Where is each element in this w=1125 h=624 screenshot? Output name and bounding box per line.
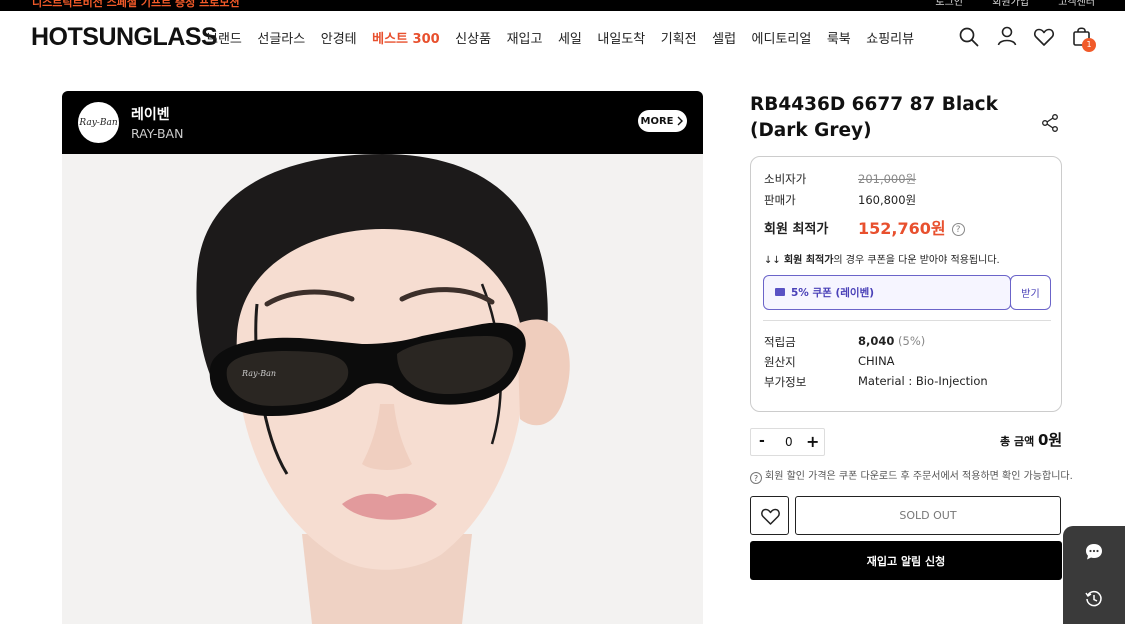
sale-price-label: 판매가 <box>764 193 796 207</box>
origin-label: 원산지 <box>764 355 796 369</box>
nav-item-sale[interactable]: 세일 <box>558 28 582 47</box>
note-arrows: ↓↓ <box>764 255 784 266</box>
sale-price-value: 160,800원 <box>858 193 917 207</box>
nav-item-brand[interactable]: 브랜드 <box>206 28 242 47</box>
floating-widget <box>1063 526 1125 624</box>
help-icon[interactable]: ? <box>951 223 965 236</box>
cart-count-badge: 1 <box>1082 38 1096 52</box>
brand-more-button[interactable]: MORE <box>638 110 687 132</box>
top-banner: 디스트릭트비전 스페셜 기프트 증정 프로모션 로그인 회원가입 고객센터 <box>0 0 1125 11</box>
total-value: 0원 <box>1038 431 1063 449</box>
info-icon: ? <box>750 472 762 484</box>
signup-link[interactable]: 회원가입 <box>992 0 1029 8</box>
chevron-right-icon <box>677 116 684 126</box>
wishlist-button[interactable] <box>750 496 789 535</box>
consumer-price-value: 201,000원 <box>858 172 917 186</box>
consumer-price-label: 소비자가 <box>764 172 807 186</box>
soldout-button[interactable]: SOLD OUT <box>795 496 1061 535</box>
nav-item-tomorrow[interactable]: 내일도착 <box>597 28 645 47</box>
nav-item-lookbook[interactable]: 룩북 <box>827 28 851 47</box>
promo-text[interactable]: 디스트릭트비전 스페셜 기프트 증정 프로모션 <box>32 0 240 10</box>
brand-bar: Ray-Ban 레이벤 RAY-BAN MORE <box>62 91 703 154</box>
restock-alert-button[interactable]: 재입고 알림 신청 <box>750 541 1062 580</box>
origin-value: CHINA <box>858 354 895 368</box>
brand-name-en: RAY-BAN <box>131 126 184 141</box>
util-links: 로그인 회원가입 고객센터 <box>909 0 1095 8</box>
extra-info-label: 부가정보 <box>764 375 807 389</box>
coupon-icon <box>775 288 785 296</box>
nav-item-editorial[interactable]: 에디토리얼 <box>752 28 812 47</box>
nav-item-exhibition[interactable]: 기획전 <box>661 28 697 47</box>
extra-info-value: Material : Bio-Injection <box>858 374 988 388</box>
points-value: 8,040 <box>858 334 895 348</box>
search-icon[interactable] <box>958 26 980 48</box>
product-image[interactable]: Ray-Ban <box>62 154 703 624</box>
support-link[interactable]: 고객센터 <box>1058 0 1095 8</box>
best-price-wrap: 152,760원? <box>858 215 965 239</box>
site-logo[interactable]: HOTSUNGLASS <box>31 23 218 52</box>
note-bold: 회원 최적가 <box>783 255 834 266</box>
quantity-decrease-button[interactable]: - <box>759 433 765 449</box>
total-label: 총 금액 <box>1000 435 1035 448</box>
quantity-stepper: - 0 + <box>750 428 825 456</box>
history-icon[interactable] <box>1084 589 1104 609</box>
quantity-value[interactable]: 0 <box>785 435 793 449</box>
nav-item-best300[interactable]: 베스트 300 <box>372 28 440 47</box>
best-price-label: 회원 최적가 <box>764 222 829 237</box>
main-nav: 브랜드 선글라스 안경테 베스트 300 신상품 재입고 세일 내일도착 기획전… <box>206 28 930 47</box>
nav-item-celeb[interactable]: 셀럽 <box>712 28 736 47</box>
points-rate: (5%) <box>898 334 926 348</box>
svg-text:Ray-Ban: Ray-Ban <box>241 369 276 378</box>
heart-icon[interactable] <box>1033 26 1055 48</box>
coupon-box[interactable]: 5% 쿠폰 (레이벤) <box>763 275 1011 310</box>
coupon-text: 5% 쿠폰 (레이벤) <box>791 287 875 299</box>
user-icon[interactable] <box>996 25 1018 47</box>
product-title: RB4436D 6677 87 Black (Dark Grey) <box>750 94 998 141</box>
quantity-increase-button[interactable]: + <box>806 432 819 451</box>
model-photo: Ray-Ban <box>62 154 703 624</box>
nav-item-new[interactable]: 신상품 <box>455 28 491 47</box>
brand-logo[interactable]: Ray-Ban <box>78 102 119 143</box>
coupon-note: ↓↓ 회원 최적가의 경우 쿠폰을 다운 받아야 적용됩니다. <box>764 251 1000 266</box>
nav-item-frames[interactable]: 안경테 <box>321 28 357 47</box>
site-header: HOTSUNGLASS 브랜드 선글라스 안경테 베스트 300 신상품 재입고… <box>0 11 1125 63</box>
chat-icon[interactable] <box>1084 542 1104 562</box>
coupon-download-button[interactable]: 받기 <box>1010 275 1051 310</box>
nav-item-reviews[interactable]: 쇼핑리뷰 <box>866 28 914 47</box>
points-value-wrap: 8,040 (5%) <box>858 334 925 348</box>
share-icon[interactable] <box>1040 113 1060 133</box>
nav-item-sunglasses[interactable]: 선글라스 <box>257 28 305 47</box>
nav-item-restock[interactable]: 재입고 <box>507 28 543 47</box>
more-label: MORE <box>640 115 674 127</box>
info-text: 회원 할인 가격은 쿠폰 다운로드 후 주문서에서 적용하면 확인 가능합니다. <box>765 471 1073 482</box>
note-rest: 의 경우 쿠폰을 다운 받아야 적용됩니다. <box>833 255 1000 266</box>
price-box: 소비자가 201,000원 판매가 160,800원 회원 최적가 152,76… <box>750 156 1062 412</box>
login-link[interactable]: 로그인 <box>935 0 963 8</box>
points-label: 적립금 <box>764 335 796 349</box>
brand-name[interactable]: 레이벤 <box>131 104 170 124</box>
best-price-value: 152,760원 <box>858 219 946 238</box>
member-discount-info: ? 회원 할인 가격은 쿠폰 다운로드 후 주문서에서 적용하면 확인 가능합니다… <box>750 467 1073 484</box>
divider <box>763 320 1051 321</box>
heart-outline-icon <box>761 508 780 525</box>
